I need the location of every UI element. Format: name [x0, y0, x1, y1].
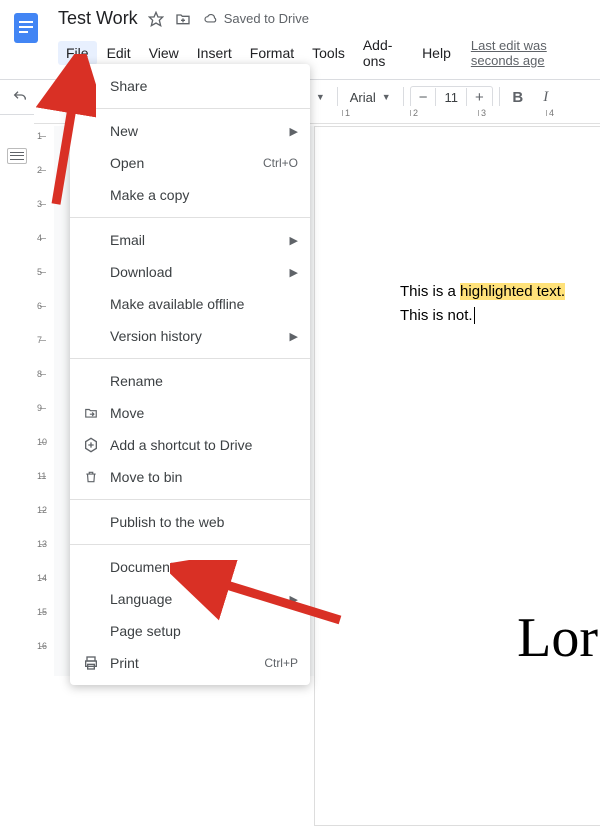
menu-new[interactable]: New ▶: [70, 115, 310, 147]
caret-down-icon: ▼: [382, 92, 391, 102]
menu-print[interactable]: Print Ctrl+P: [70, 647, 310, 679]
label: Make available offline: [110, 296, 244, 312]
label: Publish to the web: [110, 514, 224, 530]
font-size-plus[interactable]: +: [467, 87, 492, 108]
menu-tools[interactable]: Tools: [304, 41, 353, 65]
label: New: [110, 123, 138, 139]
font-dropdown[interactable]: Arial ▼: [344, 88, 397, 107]
menu-file[interactable]: File: [58, 41, 97, 65]
text-cursor: [473, 307, 475, 324]
last-edit-link[interactable]: Last edit was seconds age: [471, 38, 592, 68]
label: Document details: [110, 559, 218, 575]
menu-page-setup[interactable]: Page setup: [70, 615, 310, 647]
label: Open: [110, 155, 144, 171]
menu-add-shortcut[interactable]: Add a shortcut to Drive: [70, 429, 310, 461]
label: Language: [110, 591, 172, 607]
menu-rename[interactable]: Rename: [70, 365, 310, 397]
menu-language[interactable]: Language ▶: [70, 583, 310, 615]
menu-download[interactable]: Download ▶: [70, 256, 310, 288]
separator: [70, 544, 310, 545]
menu-move-to-bin[interactable]: Move to bin: [70, 461, 310, 493]
separator: [403, 87, 404, 107]
shortcut-icon: [82, 437, 100, 453]
label: Version history: [110, 328, 202, 344]
separator: [337, 87, 338, 107]
submenu-arrow-icon: ▶: [290, 593, 298, 606]
trash-icon: [82, 469, 100, 485]
menu-publish[interactable]: Publish to the web: [70, 506, 310, 538]
save-status-text: Saved to Drive: [224, 11, 309, 26]
outline-toggle-icon[interactable]: [7, 148, 27, 164]
menu-view[interactable]: View: [141, 41, 187, 65]
menu-insert[interactable]: Insert: [189, 41, 240, 65]
print-icon: [82, 655, 100, 671]
file-menu-dropdown: Share New ▶ Open Ctrl+O Make a copy Email ▶…: [70, 64, 310, 685]
document-page[interactable]: [314, 126, 600, 826]
menu-document-details[interactable]: Document details: [70, 551, 310, 583]
font-label: Arial: [350, 90, 376, 105]
save-status: Saved to Drive: [202, 11, 309, 26]
star-icon[interactable]: [148, 11, 164, 27]
label: Email: [110, 232, 145, 248]
menu-email[interactable]: Email ▶: [70, 224, 310, 256]
docs-logo[interactable]: [8, 10, 44, 46]
separator: [499, 87, 500, 107]
menu-offline[interactable]: Make available offline: [70, 288, 310, 320]
submenu-arrow-icon: ▶: [290, 234, 298, 247]
label: Make a copy: [110, 187, 189, 203]
label: Add a shortcut to Drive: [110, 437, 252, 453]
menu-open[interactable]: Open Ctrl+O: [70, 147, 310, 179]
font-size-minus[interactable]: −: [411, 87, 436, 108]
label: Share: [110, 78, 147, 94]
separator: [70, 217, 310, 218]
separator: [70, 499, 310, 500]
separator: [70, 108, 310, 109]
submenu-arrow-icon: ▶: [290, 266, 298, 279]
label: Page setup: [110, 623, 181, 639]
separator: [70, 358, 310, 359]
label: Print: [110, 655, 139, 671]
menu-move[interactable]: Move: [70, 397, 310, 429]
submenu-arrow-icon: ▶: [290, 330, 298, 343]
label: Move: [110, 405, 144, 421]
document-title[interactable]: Test Work: [58, 8, 138, 29]
submenu-arrow-icon: ▶: [290, 125, 298, 138]
text-plain: This is not.: [400, 307, 473, 324]
label: Rename: [110, 373, 163, 389]
shortcut: Ctrl+P: [264, 656, 298, 670]
shortcut: Ctrl+O: [263, 156, 298, 170]
menu-format[interactable]: Format: [242, 41, 302, 65]
move-icon: [82, 406, 100, 420]
menu-share[interactable]: Share: [70, 70, 310, 102]
label: Move to bin: [110, 469, 182, 485]
font-size-value[interactable]: 11: [435, 88, 467, 107]
caret-down-icon: ▼: [316, 92, 325, 102]
text-plain: This is a: [400, 283, 460, 300]
text-highlighted: highlighted text.: [460, 283, 565, 300]
menu-addons[interactable]: Add-ons: [355, 33, 412, 73]
move-folder-icon[interactable]: [174, 11, 192, 27]
menu-version-history[interactable]: Version history ▶: [70, 320, 310, 352]
document-body[interactable]: This is a highlighted text. This is not.: [400, 280, 565, 328]
label: Download: [110, 264, 172, 280]
menu-help[interactable]: Help: [414, 41, 459, 65]
watermark-text: Lor: [517, 606, 598, 670]
menu-make-copy[interactable]: Make a copy: [70, 179, 310, 211]
menu-edit[interactable]: Edit: [99, 41, 139, 65]
